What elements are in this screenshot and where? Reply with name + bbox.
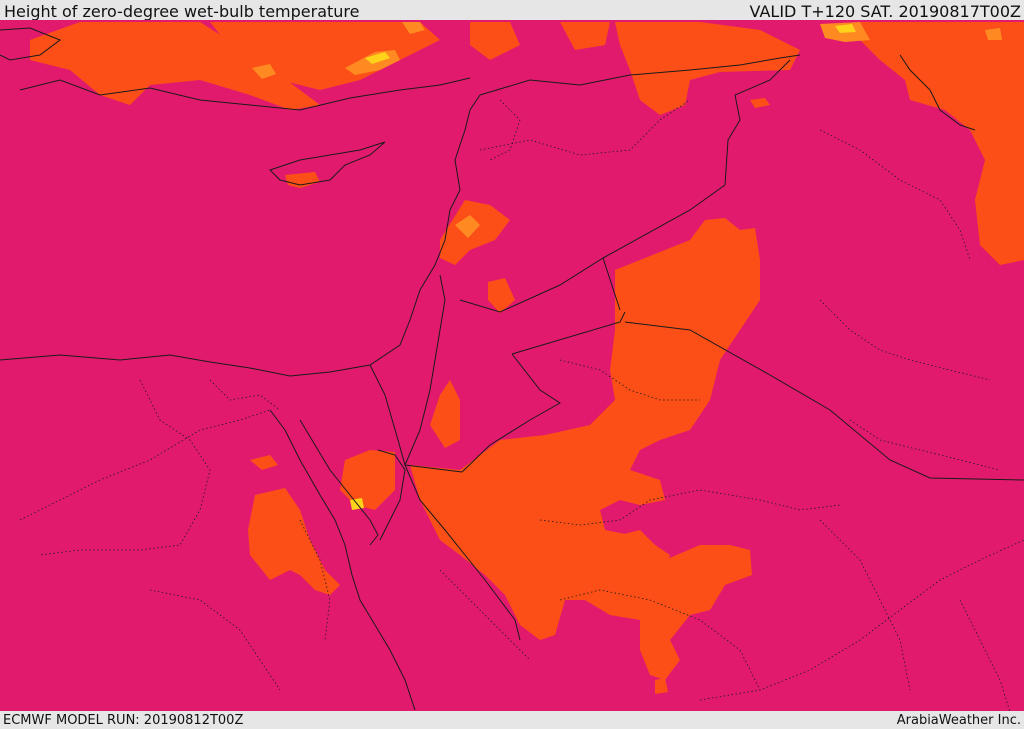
footer-bar: ECMWF MODEL RUN: 20190812T00Z ArabiaWeat… xyxy=(0,711,1024,729)
map-title: Height of zero-degree wet-bulb temperatu… xyxy=(4,2,360,21)
header-bar: Height of zero-degree wet-bulb temperatu… xyxy=(0,0,1024,22)
weather-map xyxy=(0,20,1024,712)
model-run-label: ECMWF MODEL RUN: 20190812T00Z xyxy=(3,713,244,728)
valid-time: VALID T+120 SAT. 20190817T00Z xyxy=(749,2,1021,21)
map-frame: Height of zero-degree wet-bulb temperatu… xyxy=(0,0,1024,729)
credit-label: ArabiaWeather Inc. xyxy=(896,713,1021,728)
